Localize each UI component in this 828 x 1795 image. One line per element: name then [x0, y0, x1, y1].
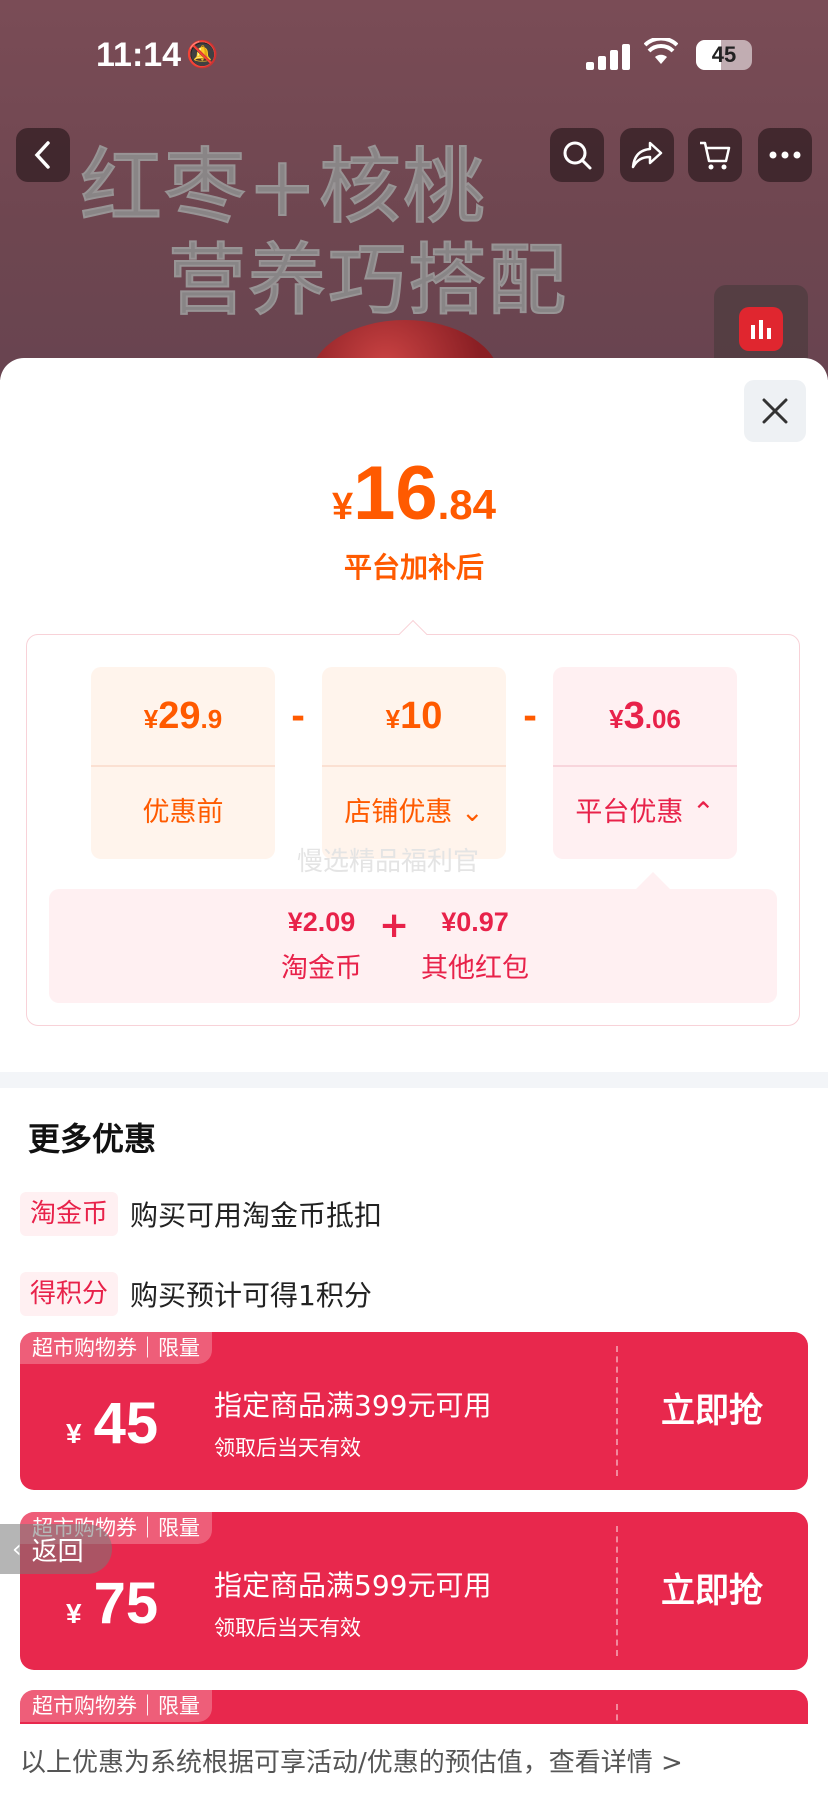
chevron-down-icon: ⌄	[460, 796, 484, 828]
grab-coupon-button[interactable]: 立即抢	[616, 1332, 808, 1490]
close-button[interactable]	[744, 380, 806, 442]
taojinbi-discount: ¥2.09 淘金币	[281, 907, 362, 985]
coupon-currency: ¥	[66, 1598, 82, 1629]
footer-note: 以上优惠为系统根据可享活动/优惠的预估值，查看详情 >	[20, 1748, 683, 1778]
coupon-card: 超市购物券｜限量 ¥45 指定商品满399元可用 领取后当天有效 立即抢	[20, 1332, 808, 1490]
coupon-validity: 领取后当天有效	[214, 1616, 361, 1640]
bell-slash-icon: 🔕	[186, 40, 219, 70]
shop-discount-label: 店铺优惠	[344, 796, 453, 828]
more-button[interactable]	[758, 128, 812, 182]
minus-sign: -	[291, 697, 306, 737]
perk-desc: 购买可用淘金币抵扣	[130, 1199, 383, 1232]
coupon-condition: 指定商品满599元可用	[214, 1569, 492, 1602]
search-button[interactable]	[550, 128, 604, 182]
back-button[interactable]	[16, 128, 70, 182]
cart-button[interactable]	[688, 128, 742, 182]
share-icon	[631, 141, 663, 169]
taojinbi-label: 淘金币	[281, 953, 362, 984]
perk-taojinbi: 淘金币 购买可用淘金币抵扣	[20, 1192, 382, 1236]
price-currency: ¥	[385, 704, 401, 734]
battery-level: 45	[711, 42, 737, 67]
shop-discount-card[interactable]: ¥10 店铺优惠 ⌄	[322, 667, 506, 859]
platform-discount-detail: ¥2.09 淘金币 + ¥0.97 其他红包	[49, 872, 777, 1003]
section-divider	[0, 1072, 828, 1088]
stats-icon	[739, 307, 783, 351]
coupon-tag: 超市购物券｜限量	[20, 1690, 212, 1722]
price-currency: ¥	[609, 704, 624, 734]
redpacket-discount: ¥0.97 其他红包	[421, 907, 529, 985]
breakdown-pointer	[398, 619, 428, 649]
banner-text-line2: 营养巧搭配	[167, 235, 569, 327]
back-float-button[interactable]: ‹ 返回	[0, 1524, 112, 1574]
perk-points: 得积分 购买预计可得1积分	[20, 1272, 372, 1316]
coupon-value: 75	[93, 1571, 159, 1636]
final-price-caption: 平台加补后	[343, 551, 484, 584]
chevron-left-icon: ‹	[12, 1535, 22, 1563]
price-integer: 29	[158, 695, 201, 737]
price-integer: 10	[400, 695, 443, 737]
discount-sheet: ¥16.84 平台加补后 ¥29.9 优惠前 - ¥10 店铺优惠 ⌄ - ¥3…	[0, 358, 828, 1795]
platform-discount-label: 平台优惠	[575, 796, 684, 828]
final-price: ¥16.84	[0, 450, 828, 537]
minus-sign: -	[523, 697, 538, 737]
back-float-label: 返回	[31, 1536, 84, 1567]
chevron-up-icon: ⌃	[691, 796, 715, 828]
redpacket-label: 其他红包	[421, 953, 529, 984]
price-decimal: .9	[200, 704, 223, 734]
plus-sign: +	[379, 905, 410, 946]
coupon-currency: ¥	[66, 1418, 82, 1449]
cart-icon	[700, 141, 731, 170]
taojinbi-value: ¥2.09	[287, 907, 356, 937]
redpacket-value: ¥0.97	[441, 907, 509, 937]
price-breakdown: ¥29.9 优惠前 - ¥10 店铺优惠 ⌄ - ¥3.06 平台优惠 ⌃ 慢选…	[26, 619, 800, 1026]
status-bar: 11:14 🔕 45	[0, 0, 828, 110]
coupon-amount: ¥45	[66, 1390, 158, 1457]
more-icon	[769, 151, 801, 159]
perk-tag: 淘金币	[20, 1192, 119, 1236]
detail-pointer	[636, 872, 670, 906]
price-currency: ¥	[143, 704, 159, 734]
final-price-integer: 16	[353, 451, 438, 536]
search-icon	[563, 141, 592, 170]
coupon-condition: 指定商品满399元可用	[214, 1389, 492, 1422]
status-time: 11:14	[96, 36, 182, 74]
coupon-amount: ¥75	[66, 1570, 158, 1637]
share-button[interactable]	[620, 128, 674, 182]
coupon-card: 超市购物券｜限量 ¥75 指定商品满599元可用 领取后当天有效 立即抢	[20, 1512, 808, 1670]
close-icon	[762, 398, 788, 424]
coupon-value: 45	[93, 1391, 159, 1456]
original-price-label: 优惠前	[142, 796, 224, 828]
coupon-validity: 领取后当天有效	[214, 1436, 361, 1460]
final-price-decimal: .84	[437, 481, 497, 528]
price-integer: 3	[623, 695, 645, 737]
original-price-card: ¥29.9 优惠前	[91, 667, 275, 859]
grab-coupon-button[interactable]: 立即抢	[616, 1512, 808, 1670]
platform-discount-card[interactable]: ¥3.06 平台优惠 ⌃	[553, 667, 737, 859]
perk-tag: 得积分	[20, 1272, 119, 1316]
price-decimal: .06	[644, 704, 681, 734]
signal-icon	[586, 42, 632, 70]
watermark: 慢选精品福利官	[297, 847, 480, 877]
final-price-currency: ¥	[331, 486, 354, 528]
more-offers-title: 更多优惠	[28, 1120, 157, 1158]
coupon-tag: 超市购物券｜限量	[20, 1332, 212, 1364]
footer-note-bar[interactable]: 以上优惠为系统根据可享活动/优惠的预估值，查看详情 >	[0, 1724, 828, 1795]
perk-desc: 购买预计可得1积分	[130, 1279, 372, 1312]
battery-indicator: 45	[696, 40, 752, 70]
wifi-icon	[643, 36, 679, 74]
